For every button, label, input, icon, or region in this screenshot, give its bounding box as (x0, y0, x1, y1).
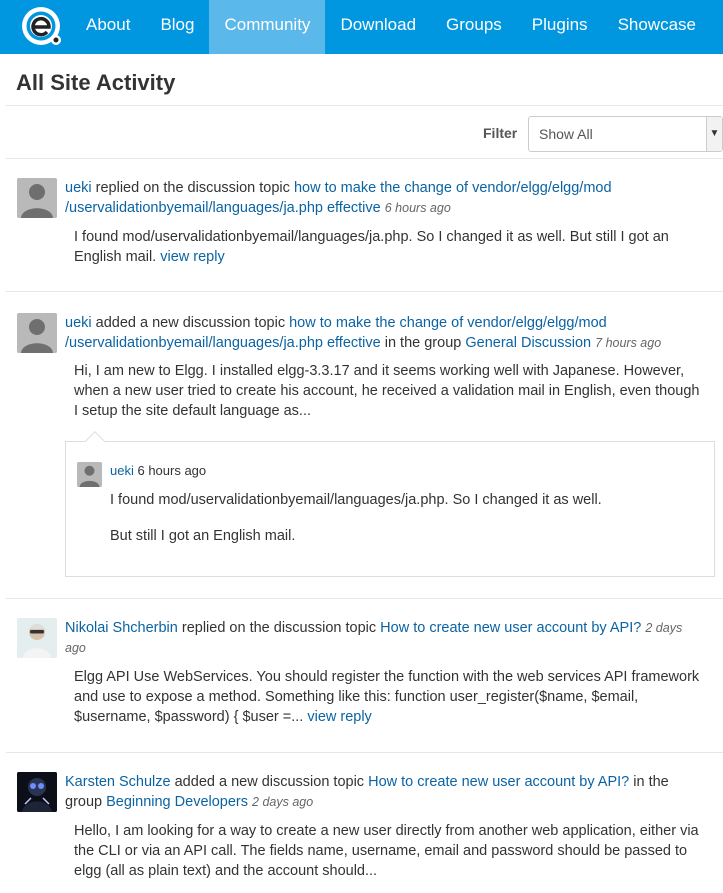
page-title: All Site Activity (16, 70, 176, 95)
user-link[interactable]: Nikolai Shcherbin (65, 620, 178, 636)
nav-groups[interactable]: Groups (431, 0, 517, 54)
filter-selected-value: Show All (539, 126, 593, 142)
reply-preview: ueki 6 hours ago I found mod/uservalidat… (65, 431, 715, 577)
filter-label: Filter (483, 125, 518, 141)
reply-arrow (85, 431, 105, 451)
user-avatar[interactable] (17, 772, 57, 812)
reply-paragraph: I found mod/uservalidationbyemail/langua… (110, 492, 602, 508)
nav-about[interactable]: About (71, 0, 145, 54)
nav-blog[interactable]: Blog (145, 0, 209, 54)
excerpt-text: Elgg API Use WebServices. You should reg… (74, 669, 700, 725)
user-link[interactable]: ueki (65, 180, 92, 196)
activity-summary: Nikolai Shcherbin replied on the discuss… (65, 618, 703, 658)
top-navbar: About Blog Community Download Groups Plu… (0, 0, 723, 54)
excerpt-text: Hi, I am new to Elgg. I installed elgg-3… (74, 363, 700, 419)
activity-action: added a new discussion topic (91, 315, 290, 331)
user-link[interactable]: ueki (65, 315, 92, 331)
reply-meta: ueki 6 hours ago (110, 463, 206, 478)
group-link[interactable]: General Discussion (465, 335, 591, 351)
view-reply-link[interactable]: view reply (307, 709, 371, 725)
excerpt-text: Hello, I am looking for a way to create … (74, 823, 699, 879)
nav-community[interactable]: Community (209, 0, 326, 54)
activity-action: replied on the discussion topic (177, 620, 381, 636)
divider (6, 291, 723, 292)
activity-action: added a new discussion topic (170, 774, 369, 790)
activity-excerpt: Hi, I am new to Elgg. I installed elgg-3… (74, 361, 703, 421)
timestamp: 7 hours ago (595, 336, 662, 350)
timestamp: 6 hours ago (384, 201, 451, 215)
nav-plugins[interactable]: Plugins (517, 0, 603, 54)
in-group-text: in the group (380, 335, 466, 351)
activity-excerpt: I found mod/uservalidationbyemail/langua… (74, 227, 703, 267)
topic-link[interactable]: How to create new user account by API? (368, 774, 629, 790)
activity-summary: ueki replied on the discussion topic how… (65, 178, 703, 218)
activity-action: replied on the discussion topic (91, 180, 294, 196)
reply-time: 6 hours ago (137, 463, 207, 478)
default-avatar-icon[interactable] (17, 178, 57, 218)
activity-summary: Karsten Schulze added a new discussion t… (65, 772, 703, 812)
view-reply-link[interactable]: view reply (160, 249, 224, 265)
default-avatar-icon[interactable] (77, 462, 102, 487)
divider (6, 158, 723, 159)
activity-excerpt: Elgg API Use WebServices. You should reg… (74, 667, 703, 727)
elgg-logo-icon[interactable] (20, 5, 62, 47)
user-avatar[interactable] (17, 618, 57, 658)
divider (6, 752, 723, 753)
reply-paragraph: But still I got an English mail. (110, 528, 296, 544)
chevron-down-icon[interactable]: ▼ (706, 117, 722, 151)
nav-showcase[interactable]: Showcase (603, 0, 711, 54)
group-link[interactable]: Beginning Developers (106, 794, 248, 810)
nav-download[interactable]: Download (325, 0, 431, 54)
activity-summary: ueki added a new discussion topic how to… (65, 313, 703, 353)
timestamp: 2 days ago (252, 795, 314, 809)
divider (6, 598, 723, 599)
user-link[interactable]: Karsten Schulze (65, 774, 171, 790)
main-nav: About Blog Community Download Groups Plu… (71, 0, 711, 54)
activity-excerpt: Hello, I am looking for a way to create … (74, 821, 703, 881)
default-avatar-icon[interactable] (17, 313, 57, 353)
topic-link[interactable]: How to create new user account by API? (380, 620, 641, 636)
filter-select[interactable]: Show All ▼ (528, 116, 723, 152)
divider (6, 105, 723, 106)
reply-user-link[interactable]: ueki (110, 463, 134, 478)
